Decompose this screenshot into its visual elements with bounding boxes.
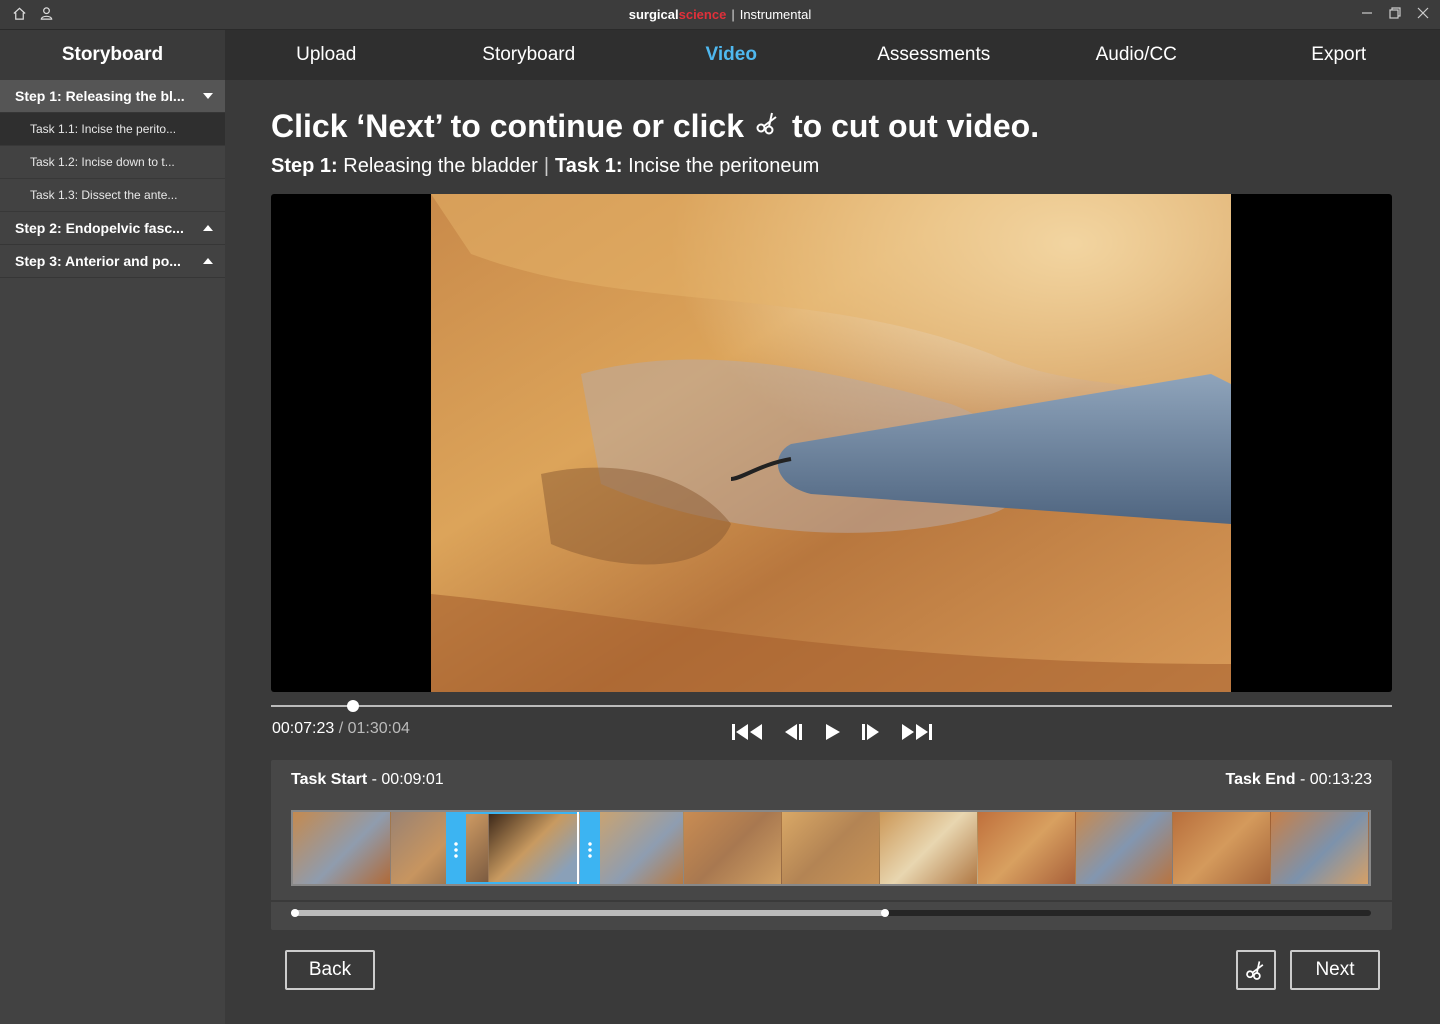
video-progress-bar[interactable] (271, 700, 1392, 712)
filmstrip-thumbnail (1173, 812, 1272, 884)
task-label: Task 1.1: Incise the perito... (30, 122, 177, 136)
storyboard-sidebar: Storyboard Step 1: Releasing the bl... T… (0, 30, 225, 1024)
top-nav: Upload Storyboard Video Assessments Audi… (225, 30, 1440, 80)
step-back-icon[interactable] (781, 722, 805, 742)
drag-handle-icon (586, 841, 594, 859)
step-label: Step 1: Releasing the bl... (15, 88, 185, 104)
skip-to-end-icon[interactable] (899, 722, 933, 742)
zoom-fill (291, 910, 885, 916)
task-name: Incise the peritoneum (628, 155, 820, 177)
filmstrip-thumbnail (1271, 812, 1369, 884)
task-trim-panel: Task Start - 00:09:01 Task End - 00:13:2… (271, 760, 1392, 930)
brand-separator: | (731, 7, 735, 22)
time-separator: / (334, 720, 348, 737)
step-label: Step 1: (271, 155, 338, 177)
scissors-icon (754, 108, 782, 145)
filmstrip-thumbnail (782, 812, 880, 884)
main-content: Click ‘Next’ to continue or click to cut… (225, 80, 1440, 1024)
title-bar: surgicalscience | Instrumental (0, 0, 1440, 30)
task-start: Task Start - 00:09:01 (291, 771, 444, 789)
play-icon[interactable] (821, 722, 843, 742)
step-name: Releasing the bladder (343, 155, 538, 177)
divider: | (543, 155, 550, 177)
cut-video-button[interactable] (1236, 950, 1276, 990)
skip-to-start-icon[interactable] (731, 722, 765, 742)
filmstrip-thumbnail (293, 812, 391, 884)
total-time: 01:30:04 (347, 720, 410, 737)
zoom-end-knob[interactable] (881, 909, 889, 917)
tab-export[interactable]: Export (1238, 44, 1440, 66)
step-forward-icon[interactable] (859, 722, 883, 742)
page-title: Click ‘Next’ to continue or click to cut… (271, 108, 1039, 145)
playback-controls (731, 722, 933, 742)
tab-video[interactable]: Video (630, 44, 833, 66)
video-player[interactable] (271, 194, 1392, 692)
playhead-marker[interactable] (577, 812, 579, 884)
brand-part-2: science (678, 7, 727, 22)
headline-text-before: Click ‘Next’ to continue or click (271, 108, 745, 144)
task-label: Task 1.3: Dissect the ante... (30, 188, 178, 202)
app-brand: surgicalscience | Instrumental (0, 7, 1440, 22)
tab-storyboard[interactable]: Storyboard (428, 44, 631, 66)
sidebar-step-3[interactable]: Step 3: Anterior and po... (0, 245, 225, 278)
sidebar-step-1[interactable]: Step 1: Releasing the bl... (0, 80, 225, 113)
zoom-start-knob[interactable] (291, 909, 299, 917)
task-label: Task 1: (555, 155, 623, 177)
filmstrip-thumbnail (977, 812, 1076, 884)
timeline-zoom-slider[interactable] (291, 909, 1371, 917)
sidebar-task-1-1[interactable]: Task 1.1: Incise the perito... (0, 113, 225, 146)
filmstrip-thumbnail (1075, 812, 1174, 884)
filmstrip-thumbnail (684, 812, 783, 884)
sidebar-task-1-2[interactable]: Task 1.2: Incise down to t... (0, 146, 225, 179)
back-button[interactable]: Back (285, 950, 375, 990)
progress-knob[interactable] (346, 700, 359, 712)
brand-part-1: surgical (628, 7, 679, 22)
chevron-up-icon[interactable] (203, 258, 213, 264)
step-task-subtitle: Step 1: Releasing the bladder | Task 1: In… (271, 155, 819, 178)
sidebar-title: Storyboard (0, 30, 225, 80)
step-label: Step 2: Endopelvic fasc... (15, 220, 184, 236)
minimize-icon[interactable] (1360, 6, 1374, 25)
restore-icon[interactable] (1388, 6, 1402, 25)
trim-end-handle[interactable] (580, 812, 600, 884)
headline-text-after: to cut out video. (792, 108, 1040, 144)
filmstrip-thumbnail (586, 812, 685, 884)
time-display: 00:07:23 / 01:30:04 (272, 720, 410, 738)
drag-handle-icon (452, 841, 460, 859)
tab-upload[interactable]: Upload (225, 44, 428, 66)
chevron-up-icon[interactable] (203, 225, 213, 231)
chevron-down-icon[interactable] (203, 93, 213, 99)
trim-divider (271, 900, 1392, 902)
task-start-time: - 00:09:01 (367, 771, 444, 788)
scissors-icon (1246, 961, 1264, 980)
tab-assessments[interactable]: Assessments (833, 44, 1036, 66)
sidebar-step-2[interactable]: Step 2: Endopelvic fasc... (0, 212, 225, 245)
sidebar-task-1-3[interactable]: Task 1.3: Dissect the ante... (0, 179, 225, 212)
next-button[interactable]: Next (1290, 950, 1380, 990)
task-end: Task End - 00:13:23 (1226, 771, 1372, 789)
trim-start-handle[interactable] (446, 812, 466, 884)
close-icon[interactable] (1416, 6, 1430, 25)
video-frame (431, 194, 1231, 692)
trim-selection[interactable] (446, 812, 600, 884)
filmstrip[interactable] (291, 810, 1371, 886)
task-end-time: - 00:13:23 (1295, 771, 1372, 788)
filmstrip-thumbnail (879, 812, 978, 884)
task-end-label: Task End (1225, 771, 1296, 788)
task-label: Task 1.2: Incise down to t... (30, 155, 175, 169)
task-start-label: Task Start (291, 771, 368, 788)
tab-audio-cc[interactable]: Audio/CC (1035, 44, 1238, 66)
step-label: Step 3: Anterior and po... (15, 253, 181, 269)
app-name: Instrumental (739, 7, 812, 22)
current-time: 00:07:23 (272, 720, 335, 737)
